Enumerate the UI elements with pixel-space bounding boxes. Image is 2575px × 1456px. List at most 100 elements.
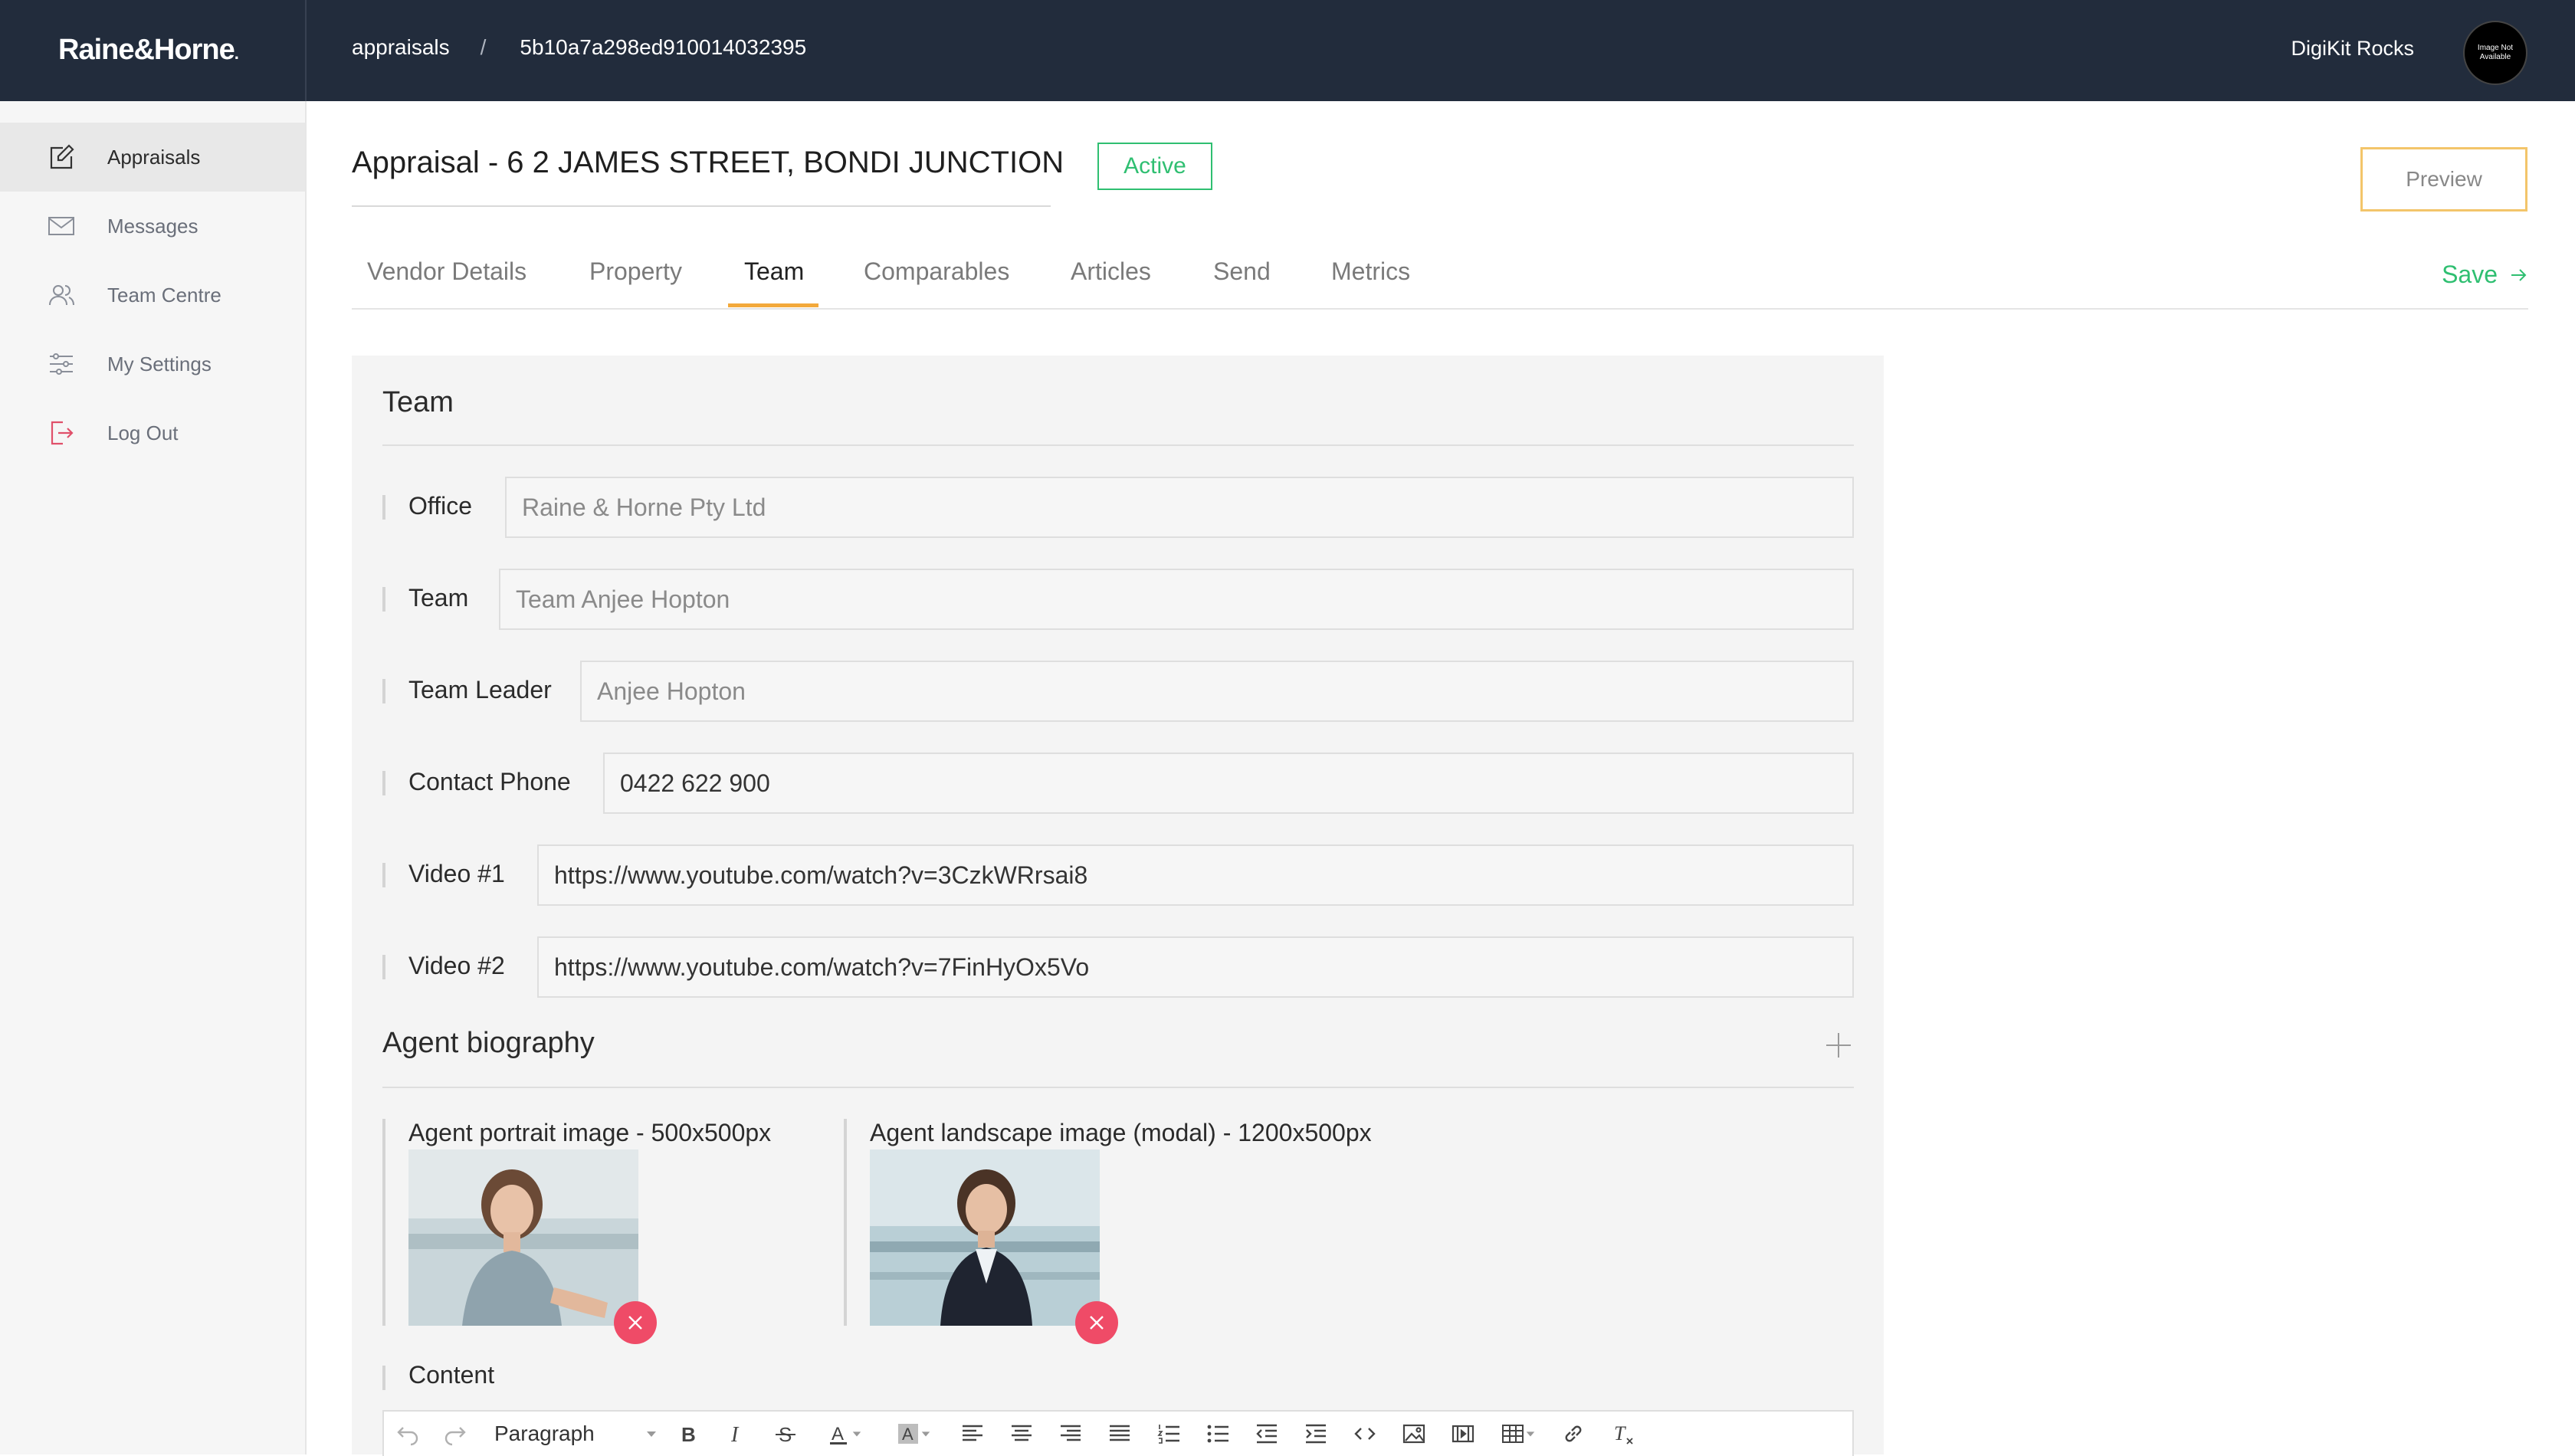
save-button[interactable]: Save — [2442, 261, 2528, 289]
background-color-icon[interactable]: A — [879, 1412, 948, 1455]
content-label: Content — [408, 1361, 495, 1389]
edit-icon — [43, 142, 80, 172]
team-input[interactable]: Team Anjee Hopton — [499, 569, 1854, 630]
tab-vendor-details[interactable]: Vendor Details — [367, 257, 526, 307]
landscape-image-thumbnail[interactable] — [870, 1149, 1100, 1326]
link-icon[interactable] — [1549, 1412, 1598, 1455]
field-video-2: Video #2 https://www.youtube.com/watch?v… — [382, 936, 1854, 998]
format-select[interactable]: Paragraph — [479, 1412, 663, 1455]
tab-property[interactable]: Property — [589, 257, 682, 307]
media-icon[interactable] — [1438, 1412, 1488, 1455]
landscape-image-label: Agent landscape image (modal) - 1200x500… — [870, 1119, 1372, 1146]
clear-formatting-icon[interactable]: T — [1598, 1412, 1647, 1455]
team-panel: Team Office Raine & Horne Pty Ltd Team T… — [352, 356, 1884, 1456]
tab-team[interactable]: Team — [744, 257, 804, 307]
numbered-list-icon[interactable] — [1144, 1412, 1193, 1455]
field-contact-phone: Contact Phone 0422 622 900 — [382, 753, 1854, 814]
image-icon[interactable] — [1389, 1412, 1438, 1455]
field-label: Contact Phone — [408, 768, 571, 795]
italic-icon[interactable]: I — [712, 1412, 761, 1455]
remove-portrait-button[interactable] — [614, 1301, 657, 1344]
sliders-icon — [43, 349, 80, 379]
close-icon — [1090, 1316, 1104, 1330]
svg-text:B: B — [681, 1423, 696, 1446]
breadcrumb-appraisals[interactable]: appraisals — [352, 35, 450, 60]
field-marker — [382, 679, 385, 703]
field-marker — [382, 955, 385, 979]
preview-button[interactable]: Preview — [2360, 147, 2527, 212]
top-bar: Raine&Horne. appraisals / 5b10a7a298ed91… — [0, 0, 2575, 101]
sidebar-item-log-out[interactable]: Log Out — [0, 398, 305, 467]
tab-articles[interactable]: Articles — [1071, 257, 1151, 307]
text-color-icon[interactable]: A — [810, 1412, 879, 1455]
tab-bar: Vendor Details Property Team Comparables… — [352, 257, 2528, 310]
team-leader-input[interactable]: Anjee Hopton — [580, 661, 1854, 722]
remove-landscape-button[interactable] — [1075, 1301, 1118, 1344]
landscape-image-field: Agent landscape image (modal) - 1200x500… — [844, 1119, 1380, 1349]
sidebar-item-messages[interactable]: Messages — [0, 192, 305, 261]
title-divider — [352, 205, 1051, 207]
outdent-icon[interactable] — [1242, 1412, 1291, 1455]
align-left-icon[interactable] — [948, 1412, 997, 1455]
redo-icon[interactable] — [431, 1412, 479, 1455]
active-tab-indicator — [728, 303, 818, 307]
indent-icon[interactable] — [1291, 1412, 1340, 1455]
field-marker — [382, 863, 385, 887]
breadcrumb-appraisal-id: 5b10a7a298ed910014032395 — [520, 35, 807, 59]
field-marker — [382, 1119, 385, 1326]
page-title: Appraisal - 6 2 JAMES STREET, BONDI JUNC… — [352, 146, 1064, 179]
users-icon — [43, 280, 80, 310]
field-marker — [382, 587, 385, 612]
logo-area: Raine&Horne. — [0, 0, 307, 101]
contact-phone-input[interactable]: 0422 622 900 — [603, 753, 1854, 814]
rich-text-toolbar: Paragraph B I S A A T — [382, 1410, 1854, 1456]
strikethrough-icon[interactable]: S — [761, 1412, 810, 1455]
tab-send[interactable]: Send — [1213, 257, 1271, 307]
save-label: Save — [2442, 261, 2498, 288]
sidebar-item-label: Appraisals — [107, 145, 201, 169]
sidebar-item-team-centre[interactable]: Team Centre — [0, 261, 305, 330]
portrait-image-thumbnail[interactable] — [408, 1149, 638, 1326]
field-label: Video #1 — [408, 860, 505, 887]
svg-text:A: A — [832, 1424, 844, 1445]
field-team-leader: Team Leader Anjee Hopton — [382, 661, 1854, 722]
section-divider — [382, 1087, 1854, 1088]
portrait-image-label: Agent portrait image - 500x500px — [408, 1119, 772, 1146]
logout-icon — [43, 418, 80, 448]
table-icon[interactable] — [1488, 1412, 1549, 1455]
align-justify-icon[interactable] — [1095, 1412, 1144, 1455]
field-marker — [382, 1366, 385, 1390]
arrow-right-icon — [2511, 268, 2527, 281]
field-label: Team Leader — [408, 676, 552, 703]
field-team: Team Team Anjee Hopton — [382, 569, 1854, 630]
agent-biography-heading: Agent biography — [382, 1027, 595, 1059]
undo-icon[interactable] — [384, 1412, 431, 1455]
video-2-input[interactable]: https://www.youtube.com/watch?v=7FinHyOx… — [537, 936, 1854, 998]
field-office: Office Raine & Horne Pty Ltd — [382, 477, 1854, 538]
user-name[interactable]: DigiKit Rocks — [2291, 37, 2414, 61]
plus-icon[interactable] — [1823, 1030, 1854, 1061]
align-right-icon[interactable] — [1046, 1412, 1095, 1455]
video-1-input[interactable]: https://www.youtube.com/watch?v=3CzkWRrs… — [537, 844, 1854, 906]
bold-icon[interactable]: B — [663, 1412, 712, 1455]
sidebar-item-label: My Settings — [107, 352, 212, 375]
avatar-placeholder-text: Image Not Available — [2477, 44, 2514, 61]
office-input[interactable]: Raine & Horne Pty Ltd — [505, 477, 1854, 538]
sidebar-item-appraisals[interactable]: Appraisals — [0, 123, 305, 192]
sidebar-item-my-settings[interactable]: My Settings — [0, 330, 305, 398]
sidebar-item-label: Team Centre — [107, 283, 221, 307]
bullet-list-icon[interactable] — [1193, 1412, 1242, 1455]
sidebar-item-label: Messages — [107, 214, 198, 238]
sidebar: Appraisals Messages Team Centre My Setti… — [0, 101, 307, 1454]
tab-metrics[interactable]: Metrics — [1331, 257, 1410, 307]
avatar[interactable]: Image Not Available — [2463, 21, 2527, 85]
field-marker — [382, 495, 385, 520]
align-center-icon[interactable] — [997, 1412, 1046, 1455]
close-icon — [628, 1316, 642, 1330]
brand-logo[interactable]: Raine&Horne. — [58, 34, 239, 67]
code-icon[interactable] — [1340, 1412, 1389, 1455]
breadcrumb: appraisals / 5b10a7a298ed910014032395 — [352, 35, 806, 60]
brand-logo-text: Raine&Horne — [58, 34, 235, 66]
tab-comparables[interactable]: Comparables — [864, 257, 1009, 307]
sidebar-item-label: Log Out — [107, 421, 179, 444]
